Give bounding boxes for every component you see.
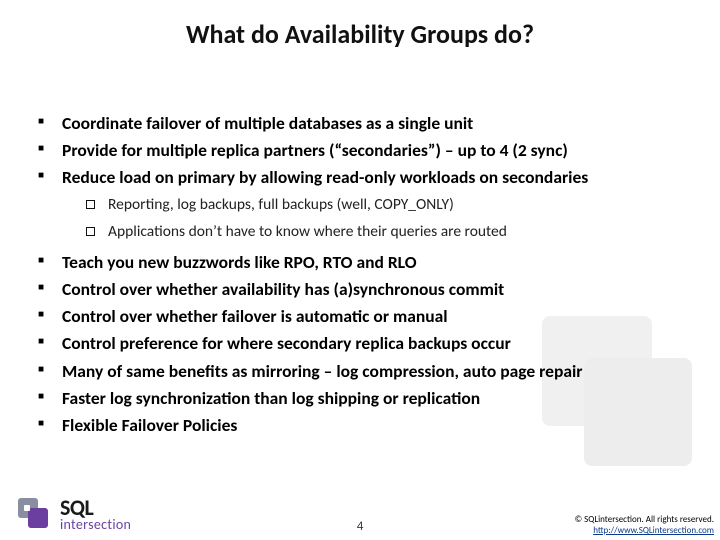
logo-text: SQL intersection: [60, 497, 131, 532]
bullet-list: Teach you new buzzwords like RPO, RTO an…: [38, 251, 702, 437]
logo-icon: [18, 498, 52, 532]
brand-logo: SQL intersection: [18, 497, 131, 532]
copyright-link[interactable]: http://www.SQLintersection.com: [575, 525, 714, 536]
bullet-item: Control preference for where secondary r…: [38, 332, 702, 355]
bullet-item: Many of same benefits as mirroring – log…: [38, 360, 702, 383]
bullet-item: Control over whether availability has (a…: [38, 278, 702, 301]
copyright: © SQLintersection. All rights reserved. …: [575, 514, 714, 537]
copyright-text: © SQLintersection. All rights reserved.: [575, 514, 714, 525]
bullet-item: Control over whether failover is automat…: [38, 305, 702, 328]
sub-bullet-item: Reporting, log backups, full backups (we…: [86, 195, 702, 216]
slide-body: Coordinate failover of multiple database…: [38, 112, 702, 441]
sub-bullet-list: Reporting, log backups, full backups (we…: [86, 195, 702, 243]
bullet-item: Faster log synchronization than log ship…: [38, 387, 702, 410]
slide: What do Availability Groups do? Coordina…: [0, 0, 720, 540]
bullet-list: Coordinate failover of multiple database…: [38, 112, 702, 189]
slide-footer: SQL intersection 4 © SQLintersection. Al…: [0, 486, 720, 540]
bullet-item: Reduce load on primary by allowing read-…: [38, 166, 702, 189]
bullet-item: Teach you new buzzwords like RPO, RTO an…: [38, 251, 702, 274]
page-number: 4: [357, 519, 364, 534]
bullet-item: Coordinate failover of multiple database…: [38, 112, 702, 135]
bullet-item: Provide for multiple replica partners (“…: [38, 139, 702, 162]
slide-title: What do Availability Groups do?: [0, 18, 720, 50]
logo-line2: intersection: [60, 518, 131, 532]
sub-bullet-item: Applications don’t have to know where th…: [86, 222, 702, 243]
bullet-item: Flexible Failover Policies: [38, 414, 702, 437]
